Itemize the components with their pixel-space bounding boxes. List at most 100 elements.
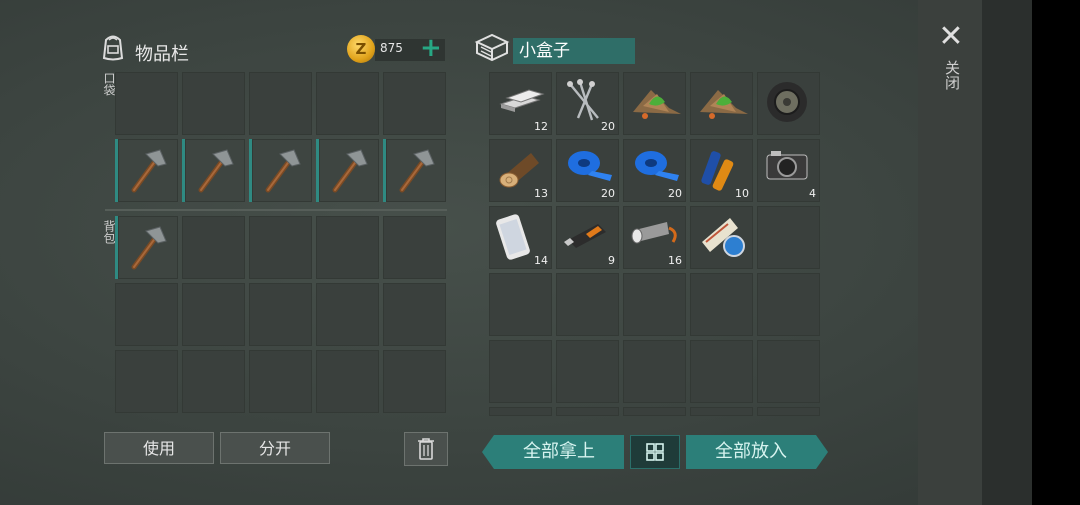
coin-icon: Z xyxy=(347,35,375,63)
pocket-slot[interactable] xyxy=(182,72,245,135)
blue-tape-icon xyxy=(562,145,616,185)
container-slot[interactable] xyxy=(556,273,619,336)
close-icon[interactable]: ✕ xyxy=(936,22,966,52)
pickaxe-icon xyxy=(120,219,176,275)
herb-pile-icon xyxy=(629,78,685,124)
add-coins-button[interactable]: + xyxy=(420,33,442,63)
backpack-icon xyxy=(98,32,128,62)
backpack-slot[interactable] xyxy=(383,350,446,413)
wood-log-icon xyxy=(495,145,547,189)
container-slot[interactable] xyxy=(556,340,619,403)
container-slot[interactable]: 20 xyxy=(556,72,619,135)
container-slot[interactable] xyxy=(489,407,552,416)
container-slot[interactable] xyxy=(690,407,753,416)
pickaxe-icon xyxy=(187,142,243,198)
container-name: 小盒子 xyxy=(513,38,635,64)
pocket-slot[interactable] xyxy=(316,72,379,135)
backpack-slot[interactable] xyxy=(182,216,245,279)
pickaxe-icon xyxy=(254,142,310,198)
pocket-slot[interactable] xyxy=(316,139,379,202)
put-all-button[interactable]: 全部放入 xyxy=(686,435,828,469)
container-slot[interactable]: 4 xyxy=(757,139,820,202)
blue-tape-icon xyxy=(629,145,683,185)
container-slot[interactable] xyxy=(757,407,820,416)
container-slot[interactable]: 12 xyxy=(489,72,552,135)
item-count: 16 xyxy=(668,254,682,267)
item-count: 20 xyxy=(601,187,615,200)
usb-drive-icon xyxy=(562,212,614,252)
container-slot[interactable] xyxy=(623,72,686,135)
container-slot[interactable] xyxy=(623,407,686,416)
container-slot[interactable]: 20 xyxy=(623,139,686,202)
pocket-slot[interactable] xyxy=(383,72,446,135)
smartphone-icon xyxy=(495,212,535,266)
item-count: 14 xyxy=(534,254,548,267)
backpack-slot[interactable] xyxy=(115,283,178,346)
backpack-slot[interactable] xyxy=(115,350,178,413)
backpack-slot[interactable] xyxy=(316,283,379,346)
pocket-slot[interactable] xyxy=(249,72,312,135)
backpack-slot[interactable] xyxy=(383,283,446,346)
pickaxe-icon xyxy=(321,142,377,198)
pocket-slot[interactable] xyxy=(249,139,312,202)
pocket-slot[interactable] xyxy=(115,72,178,135)
container-slot[interactable] xyxy=(757,72,820,135)
backpack-slot[interactable] xyxy=(249,283,312,346)
herb-pile-icon xyxy=(696,78,752,124)
pocket-slot[interactable] xyxy=(115,139,178,202)
container-slot[interactable] xyxy=(623,340,686,403)
container-slot[interactable] xyxy=(757,206,820,269)
tire-icon xyxy=(763,78,811,126)
container-slot[interactable] xyxy=(623,273,686,336)
item-count: 12 xyxy=(534,120,548,133)
nails-icon xyxy=(562,78,612,124)
backpack-slot[interactable] xyxy=(316,216,379,279)
sort-button[interactable] xyxy=(630,435,680,469)
container-slot[interactable]: 16 xyxy=(623,206,686,269)
trash-button[interactable] xyxy=(404,432,448,466)
pocket-slot[interactable] xyxy=(383,139,446,202)
container-slot[interactable] xyxy=(690,206,753,269)
screen-edge xyxy=(1032,0,1080,505)
backpack-slot[interactable] xyxy=(182,283,245,346)
box-icon xyxy=(474,32,510,62)
container-slot[interactable]: 14 xyxy=(489,206,552,269)
close-label[interactable]: 关闭 xyxy=(940,60,962,90)
container-slot[interactable] xyxy=(489,273,552,336)
pocket-slot[interactable] xyxy=(182,139,245,202)
container-slot[interactable] xyxy=(757,273,820,336)
item-count: 4 xyxy=(809,187,816,200)
container-slot[interactable] xyxy=(556,407,619,416)
container-slot[interactable]: 20 xyxy=(556,139,619,202)
pickaxe-icon xyxy=(120,142,176,198)
use-button[interactable]: 使用 xyxy=(104,432,214,464)
grid-sort-icon xyxy=(646,443,664,461)
container-slot[interactable] xyxy=(690,72,753,135)
item-count: 9 xyxy=(608,254,615,267)
backpack-slot[interactable] xyxy=(115,216,178,279)
take-all-button[interactable]: 全部拿上 xyxy=(482,435,624,469)
item-count: 10 xyxy=(735,187,749,200)
container-slot[interactable]: 13 xyxy=(489,139,552,202)
section-divider xyxy=(105,209,447,211)
pickaxe-icon xyxy=(388,142,444,198)
backpack-slot[interactable] xyxy=(383,216,446,279)
flashlight-icon xyxy=(629,212,683,252)
container-slot[interactable]: 9 xyxy=(556,206,619,269)
container-slot[interactable] xyxy=(757,340,820,403)
take-all-label: 全部拿上 xyxy=(523,441,595,462)
trash-icon xyxy=(418,438,434,460)
backpack-slot[interactable] xyxy=(316,350,379,413)
split-button[interactable]: 分开 xyxy=(220,432,330,464)
container-slot[interactable] xyxy=(690,273,753,336)
inventory-title: 物品栏 xyxy=(135,44,189,65)
backpack-slot[interactable] xyxy=(249,350,312,413)
backpack-slot[interactable] xyxy=(182,350,245,413)
map-roll-icon xyxy=(696,212,748,260)
camera-icon xyxy=(763,145,811,185)
container-slot[interactable]: 10 xyxy=(690,139,753,202)
backpack-slot[interactable] xyxy=(249,216,312,279)
container-slot[interactable] xyxy=(489,340,552,403)
container-slot[interactable] xyxy=(690,340,753,403)
item-count: 13 xyxy=(534,187,548,200)
